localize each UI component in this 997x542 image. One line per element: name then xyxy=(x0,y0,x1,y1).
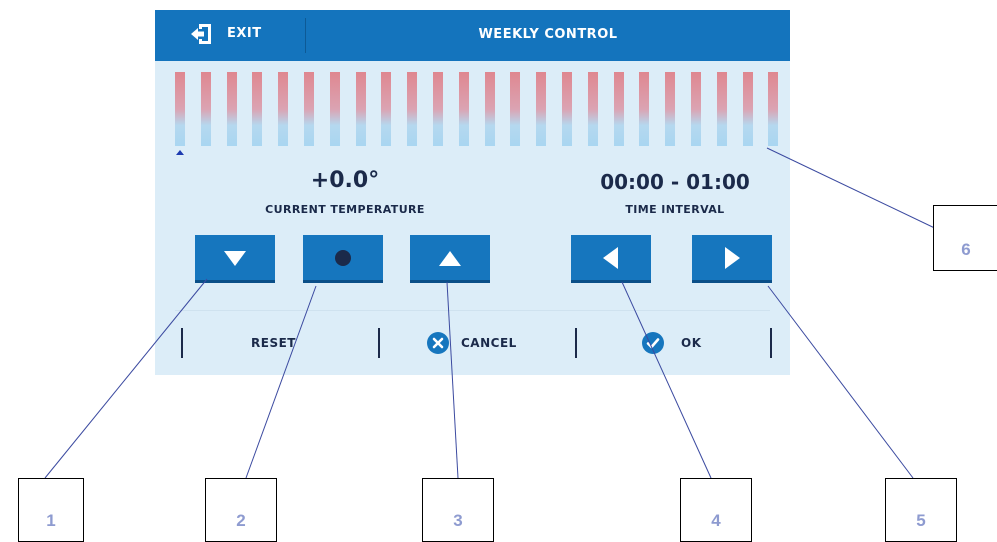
callout-number: 2 xyxy=(236,511,246,530)
callout-number: 1 xyxy=(46,511,56,530)
callout-number: 6 xyxy=(961,240,971,259)
callout-number: 5 xyxy=(916,511,926,530)
callout-number: 4 xyxy=(711,511,721,530)
callout-5: 5 xyxy=(885,478,957,542)
callout-leader-lines xyxy=(44,147,944,479)
callout-3: 3 xyxy=(422,478,494,542)
callout-number: 3 xyxy=(453,511,463,530)
callout-1: 1 xyxy=(18,478,84,542)
callout-2: 2 xyxy=(205,478,277,542)
callout-6: 6 xyxy=(933,205,997,271)
callout-4: 4 xyxy=(680,478,752,542)
